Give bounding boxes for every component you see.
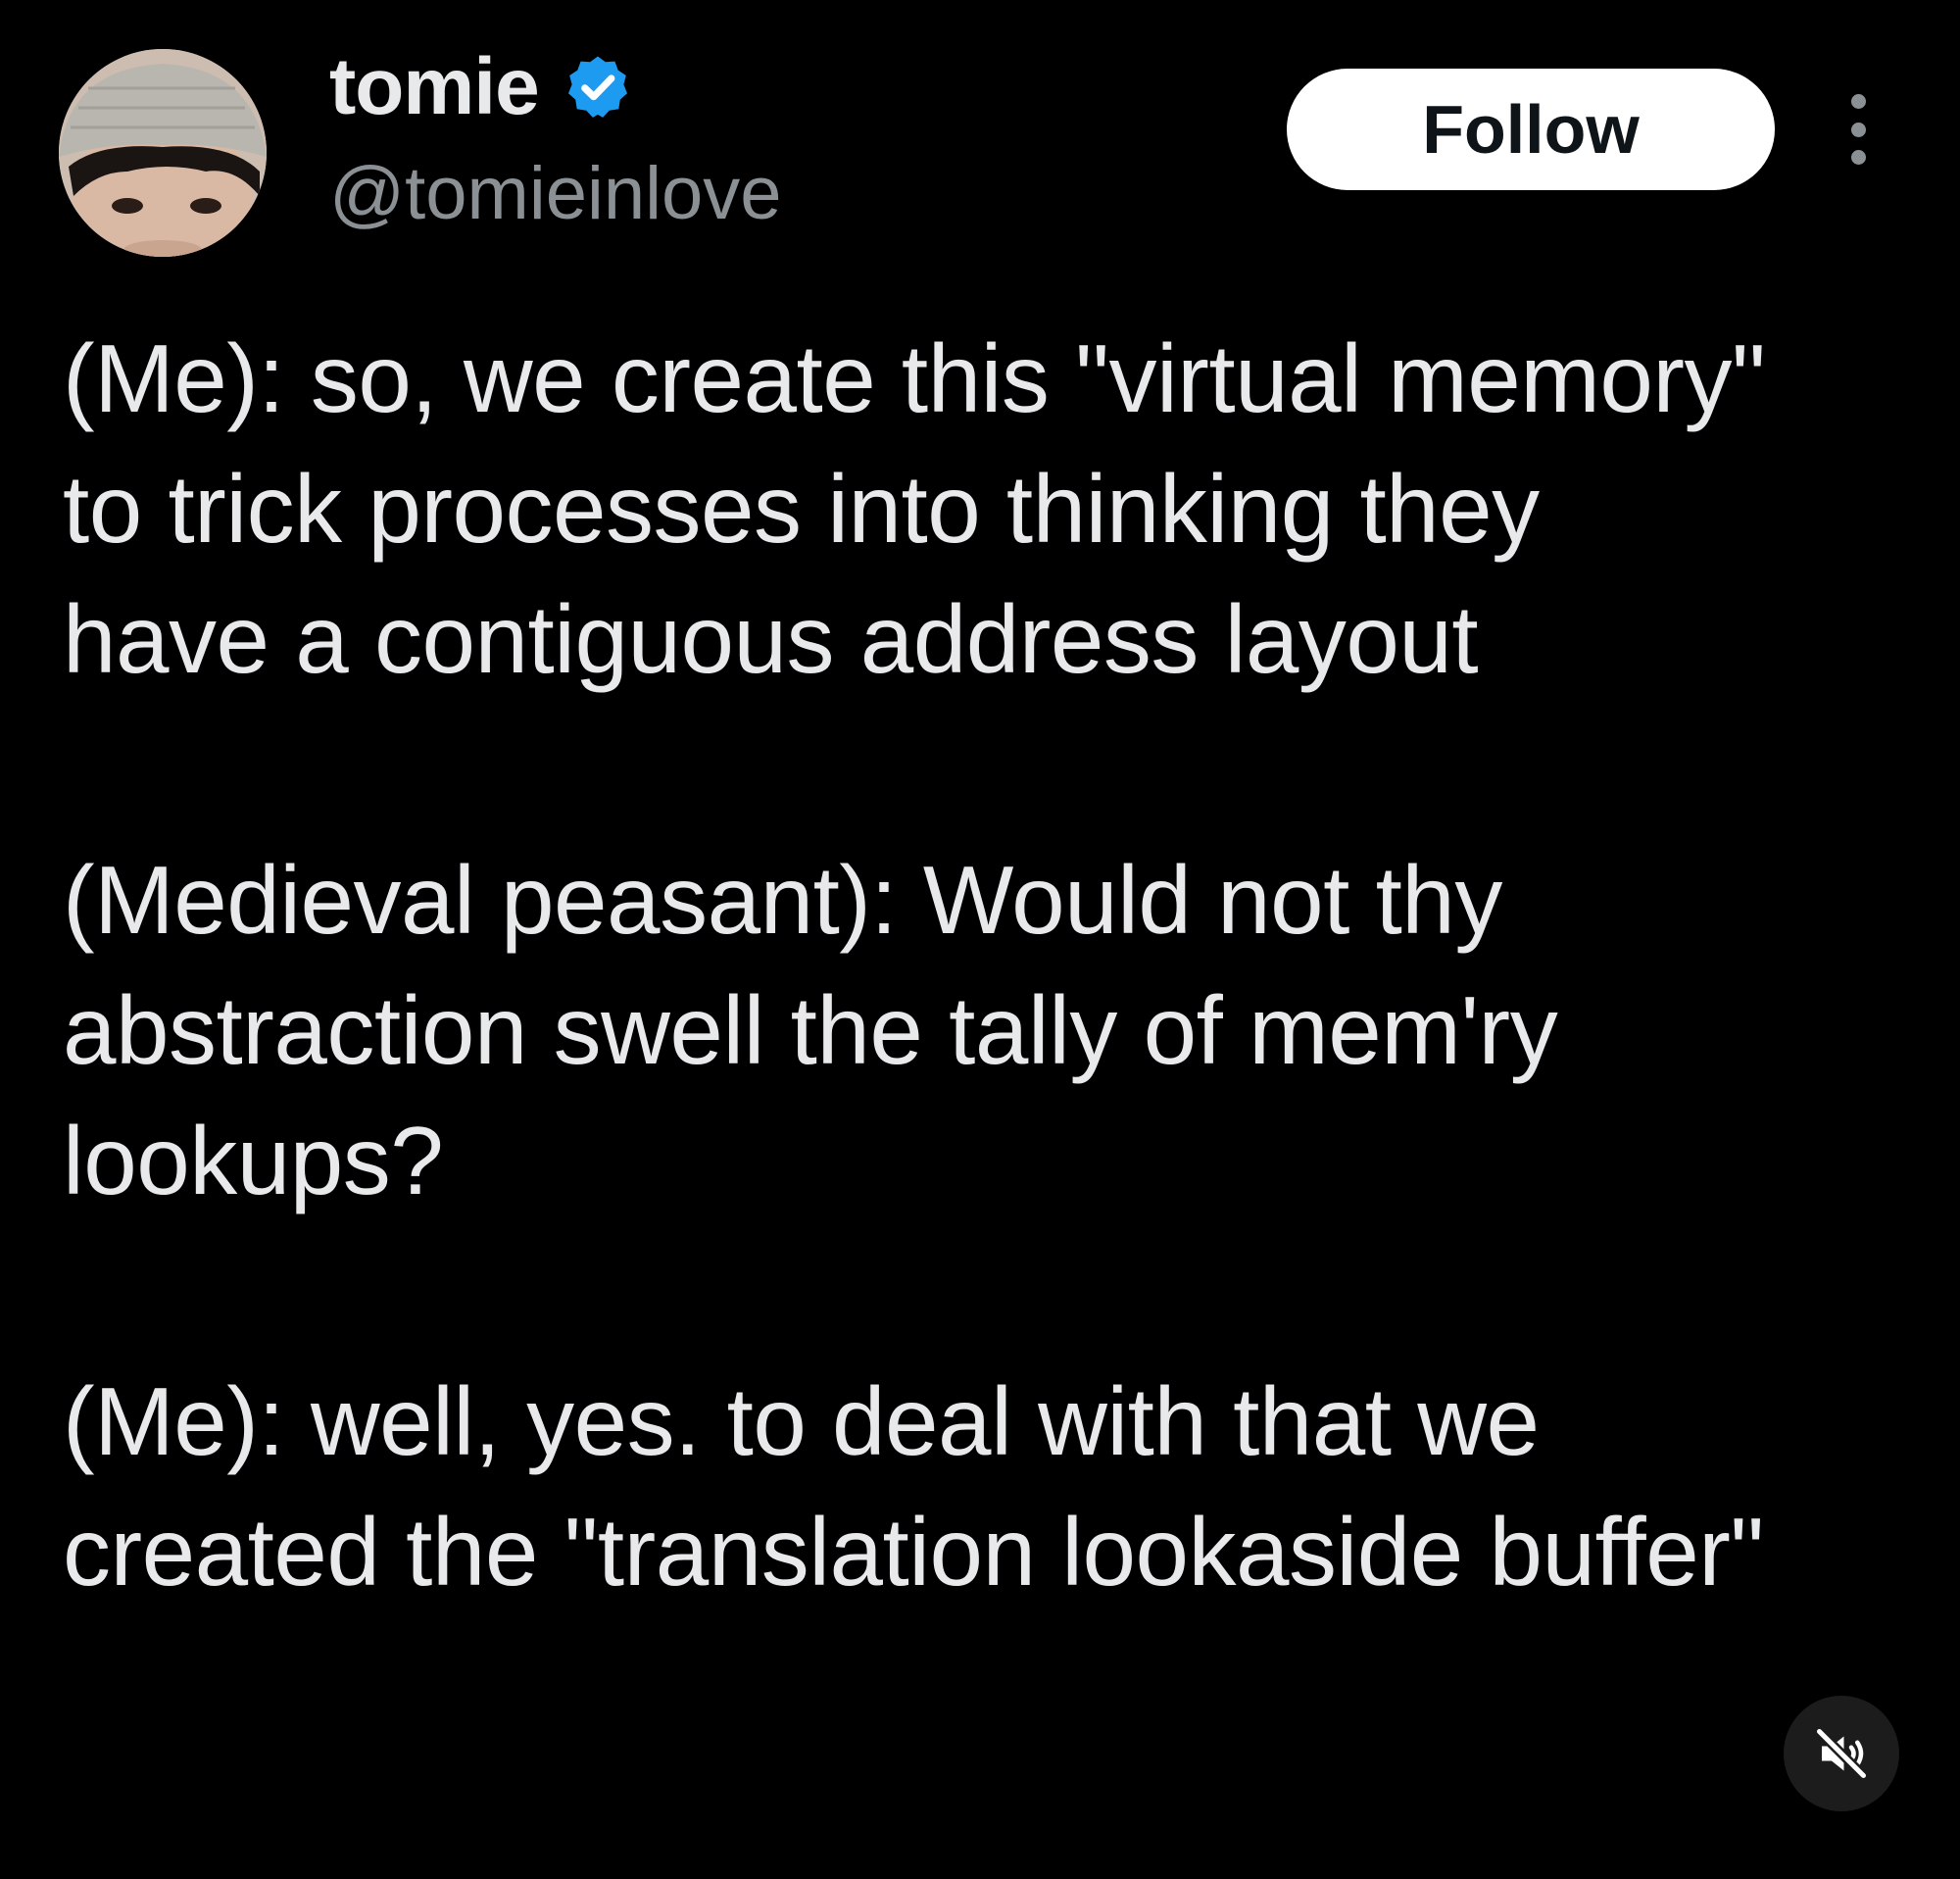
more-dot	[1850, 94, 1866, 109]
avatar[interactable]	[59, 49, 267, 257]
author-name-row: tomie	[329, 47, 633, 127]
tweet-paragraph: (Me): so, we create this "virtual memory…	[63, 324, 1766, 693]
avatar-photo	[59, 49, 267, 257]
follow-button[interactable]: Follow	[1287, 69, 1775, 190]
tweet-text: (Me): so, we create this "virtual memory…	[63, 314, 1768, 1617]
more-dot	[1850, 150, 1866, 165]
more-dot	[1850, 122, 1866, 137]
display-name[interactable]: tomie	[329, 47, 540, 127]
speaker-muted-icon	[1814, 1726, 1869, 1781]
mute-button[interactable]	[1784, 1696, 1899, 1811]
more-vertical-icon[interactable]	[1838, 94, 1878, 165]
tweet-paragraph: (Me): well, yes. to deal with that we cr…	[63, 1367, 1764, 1606]
author-handle[interactable]: @tomieinlove	[329, 157, 782, 231]
verified-badge-icon	[567, 56, 627, 118]
tweet-paragraph: (Medieval peasant): Would not thy abstra…	[63, 846, 1558, 1214]
